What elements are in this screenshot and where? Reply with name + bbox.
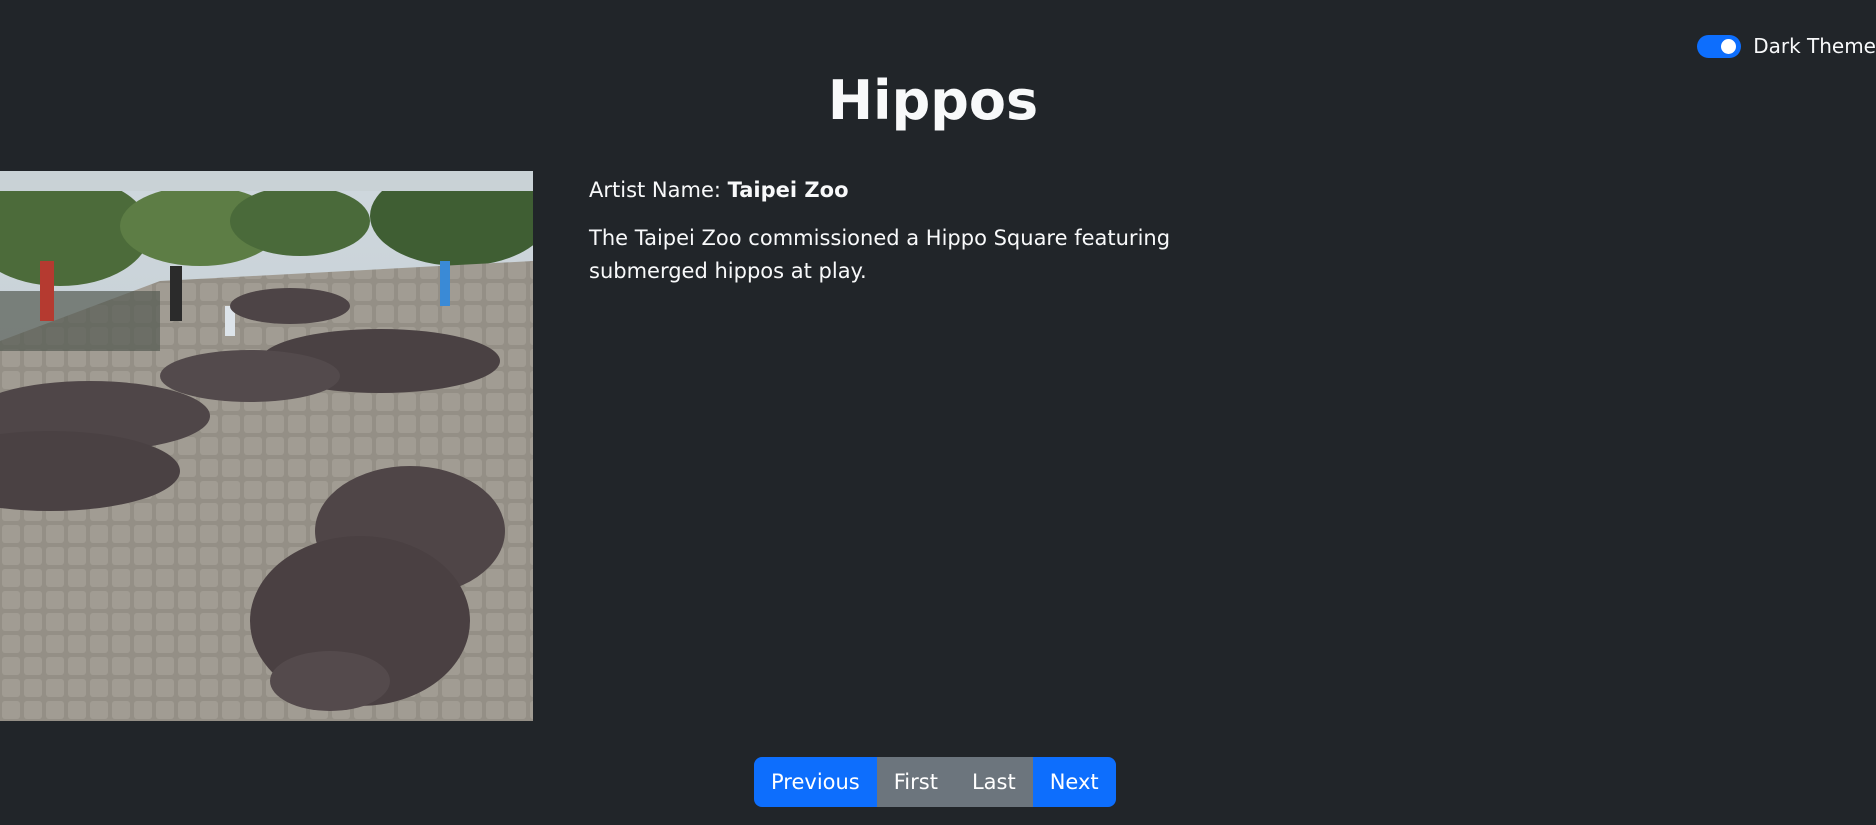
artwork-description: The Taipei Zoo commissioned a Hippo Squa… — [589, 225, 1171, 284]
theme-toggle[interactable]: Dark Theme — [1697, 34, 1876, 58]
first-button[interactable]: First — [876, 757, 955, 807]
next-button[interactable]: Next — [1032, 757, 1116, 807]
artwork-details: Artist Name: Taipei Zoo The Taipei Zoo c… — [589, 174, 1269, 303]
artist-line: Artist Name: Taipei Zoo — [589, 174, 1269, 208]
last-button[interactable]: Last — [954, 757, 1033, 807]
artwork-image — [0, 171, 533, 721]
artist-name: Taipei Zoo — [727, 178, 849, 202]
dark-theme-switch[interactable] — [1697, 34, 1742, 58]
page-title: Hippos — [827, 69, 1039, 132]
artist-label: Artist Name: — [589, 178, 721, 202]
pagination: Previous First Last Next — [754, 757, 1116, 807]
theme-toggle-label: Dark Theme — [1753, 34, 1876, 58]
page: Dark Theme Hippos Artist Name: Taipei Zo… — [0, 0, 1876, 825]
previous-button[interactable]: Previous — [754, 757, 877, 807]
switch-knob — [1721, 38, 1737, 54]
